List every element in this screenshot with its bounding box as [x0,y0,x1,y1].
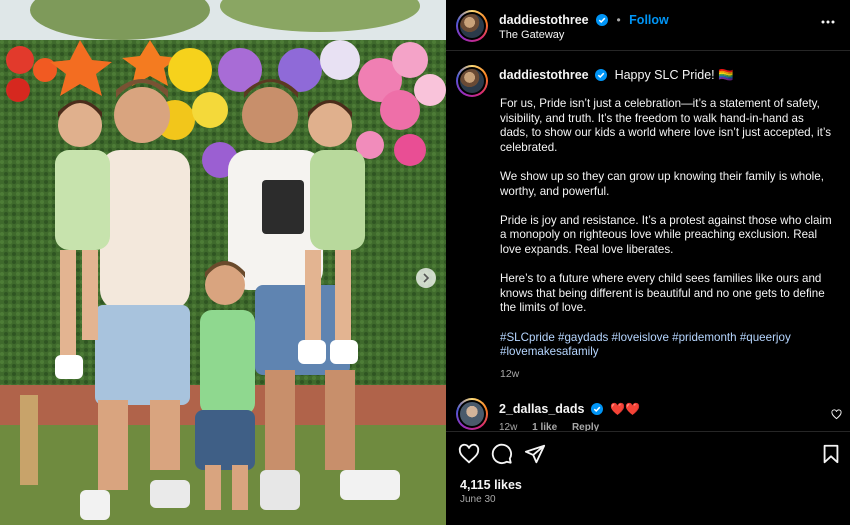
hashtag-link[interactable]: #SLCpride [500,331,555,344]
post-side-panel: daddiestothree • Follow The Gateway dadd… [446,0,850,525]
share-icon[interactable] [524,443,546,465]
location-link[interactable]: The Gateway [499,29,564,41]
comment-item: 2_dallas_dads ❤️❤️ 12w 1 like Reply [446,395,850,433]
avatar[interactable] [456,10,488,42]
separator-dot: • [616,13,621,27]
verified-icon [590,403,603,415]
comment-text: ❤️❤️ [610,402,641,416]
action-bar: 4,115 likes June 30 [446,431,850,525]
hashtag-link[interactable]: #queerjoy [740,331,791,344]
header-username[interactable]: daddiestothree [499,13,589,27]
chevron-right-icon [423,273,430,283]
hashtag-list: #SLCpride #gaydads #loveislove #pridemon… [500,331,832,360]
post-photo[interactable] [0,0,446,525]
heart-icon[interactable] [458,443,480,465]
hashtag-link[interactable]: #lovemakesafamily [500,345,599,358]
likes-count[interactable]: 4,115 likes [460,478,522,492]
caption-username[interactable]: daddiestothree [499,68,589,82]
save-icon[interactable] [820,443,842,465]
caption-paragraph: Here’s to a future where every child see… [500,272,825,315]
comment-username[interactable]: 2_dallas_dads [499,402,584,416]
comment-icon[interactable] [491,443,513,465]
hashtag-link[interactable]: #gaydads [558,331,608,344]
follow-button[interactable]: Follow [629,13,669,27]
caption-text: For us, Pride isn’t just a celebration—i… [500,97,832,360]
verified-icon [595,69,608,81]
caption-paragraph: We show up so they can grow up knowing t… [500,169,824,198]
comment-header: 2_dallas_dads ❤️❤️ [499,402,640,416]
post-date: June 30 [460,494,496,505]
caption-timestamp[interactable]: 12w [500,368,519,380]
comment-avatar[interactable] [456,398,488,430]
comment-heart-icon[interactable] [831,409,842,420]
hashtag-link[interactable]: #pridemonth [672,331,736,344]
verified-icon [596,14,609,26]
hashtag-link[interactable]: #loveislove [612,331,669,344]
caption-block: daddiestothree Happy SLC Pride! 🏳️‍🌈 For… [446,52,850,390]
carousel-next-button[interactable] [416,268,436,288]
caption-title: Happy SLC Pride! 🏳️‍🌈 [614,68,734,82]
caption-avatar[interactable] [456,65,488,97]
post-header: daddiestothree • Follow The Gateway [446,0,850,51]
more-icon[interactable] [820,14,836,30]
photo-illustration [0,0,446,525]
caption-paragraph: Pride is joy and resistance. It’s a prot… [500,213,832,256]
caption-header: daddiestothree Happy SLC Pride! 🏳️‍🌈 [499,68,734,83]
caption-paragraph: For us, Pride isn’t just a celebration—i… [500,97,832,154]
